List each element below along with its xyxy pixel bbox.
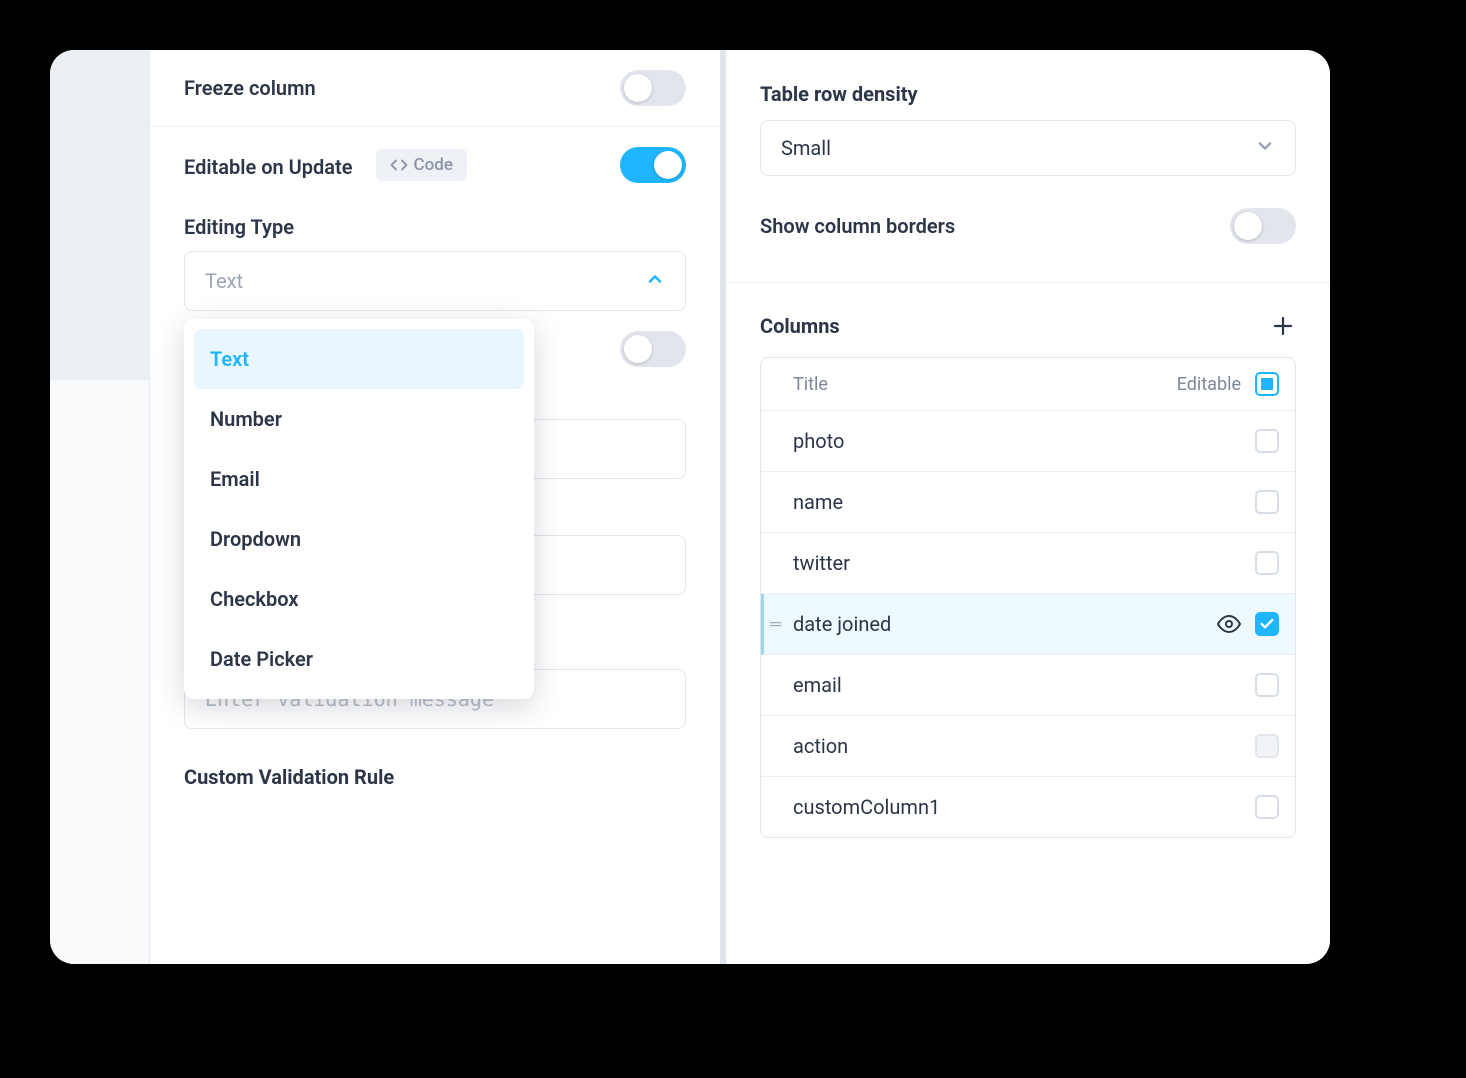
column-name: customColumn1 xyxy=(793,795,940,819)
editing-type-section-label: Editing Type xyxy=(150,203,720,251)
show-borders-row: Show column borders xyxy=(726,186,1330,274)
column-row-email[interactable]: email xyxy=(761,655,1295,716)
dropdown-item-checkbox[interactable]: Checkbox xyxy=(194,569,524,629)
columns-header: Columns xyxy=(726,283,1330,357)
column-row-twitter[interactable]: twitter xyxy=(761,533,1295,594)
drag-handle-icon[interactable]: ═ xyxy=(770,614,779,634)
eye-icon[interactable] xyxy=(1217,612,1241,636)
settings-window: Freeze column Editable on Update Code Ed… xyxy=(50,50,1330,964)
editable-on-update-label: Editable on Update Code xyxy=(184,149,467,181)
column-name: email xyxy=(793,673,842,697)
column-row-date-joined[interactable]: ═ date joined xyxy=(761,594,1295,655)
columns-header-editable: Editable xyxy=(1177,374,1241,395)
column-name: action xyxy=(793,734,848,758)
dropdown-item-email[interactable]: Email xyxy=(194,449,524,509)
editing-type-select[interactable]: Text xyxy=(184,251,686,311)
column-editable-checkbox[interactable] xyxy=(1255,612,1279,636)
column-row-photo[interactable]: photo xyxy=(761,411,1295,472)
left-sidebar-stub xyxy=(50,50,150,964)
column-editable-checkbox[interactable] xyxy=(1255,673,1279,697)
dropdown-item-number[interactable]: Number xyxy=(194,389,524,449)
column-editable-checkbox[interactable] xyxy=(1255,429,1279,453)
editing-type-select-wrap: Text Text Number Email Dropdown Checkbox… xyxy=(150,251,720,311)
show-borders-toggle[interactable] xyxy=(1230,208,1296,244)
freeze-column-row: Freeze column xyxy=(150,50,720,127)
columns-title: Columns xyxy=(760,314,840,338)
column-name: twitter xyxy=(793,551,850,575)
column-row-customcolumn1[interactable]: customColumn1 xyxy=(761,777,1295,837)
freeze-column-toggle[interactable] xyxy=(620,70,686,106)
plus-icon xyxy=(1271,314,1295,338)
columns-header-checkbox[interactable] xyxy=(1255,372,1279,396)
column-name: date joined xyxy=(793,612,891,636)
column-editable-checkbox[interactable] xyxy=(1255,490,1279,514)
left-panel: Freeze column Editable on Update Code Ed… xyxy=(150,50,720,964)
column-editable-checkbox[interactable] xyxy=(1255,734,1279,758)
custom-validation-rule-label: Custom Validation Rule xyxy=(150,743,720,789)
column-row-action[interactable]: action xyxy=(761,716,1295,777)
add-column-button[interactable] xyxy=(1270,313,1296,339)
row-density-label: Table row density xyxy=(726,74,1330,120)
column-row-name[interactable]: name xyxy=(761,472,1295,533)
columns-header-title: Title xyxy=(793,374,828,395)
row-density-value: Small xyxy=(781,136,831,160)
editable-on-update-row: Editable on Update Code xyxy=(150,127,720,203)
columns-list: Title Editable photo name twitter ═ xyxy=(760,357,1296,838)
show-borders-label: Show column borders xyxy=(760,214,955,238)
editing-type-dropdown: Text Number Email Dropdown Checkbox Date… xyxy=(184,319,534,699)
column-editable-checkbox[interactable] xyxy=(1255,551,1279,575)
editing-type-value: Text xyxy=(205,269,243,293)
column-name: name xyxy=(793,490,843,514)
code-chip[interactable]: Code xyxy=(376,149,467,181)
dropdown-item-text[interactable]: Text xyxy=(194,329,524,389)
dropdown-item-dropdown[interactable]: Dropdown xyxy=(194,509,524,569)
chevron-up-icon xyxy=(645,269,665,294)
column-name: photo xyxy=(793,429,844,453)
editable-on-update-toggle[interactable] xyxy=(620,147,686,183)
columns-list-header: Title Editable xyxy=(761,358,1295,411)
dropdown-item-date-picker[interactable]: Date Picker xyxy=(194,629,524,689)
chevron-down-icon xyxy=(1255,136,1275,161)
freeze-column-label: Freeze column xyxy=(184,76,316,100)
ghost-toggle[interactable] xyxy=(620,331,686,367)
row-density-select[interactable]: Small xyxy=(760,120,1296,176)
column-editable-checkbox[interactable] xyxy=(1255,795,1279,819)
code-icon xyxy=(390,156,408,174)
right-panel: Table row density Small Show column bord… xyxy=(720,50,1330,964)
